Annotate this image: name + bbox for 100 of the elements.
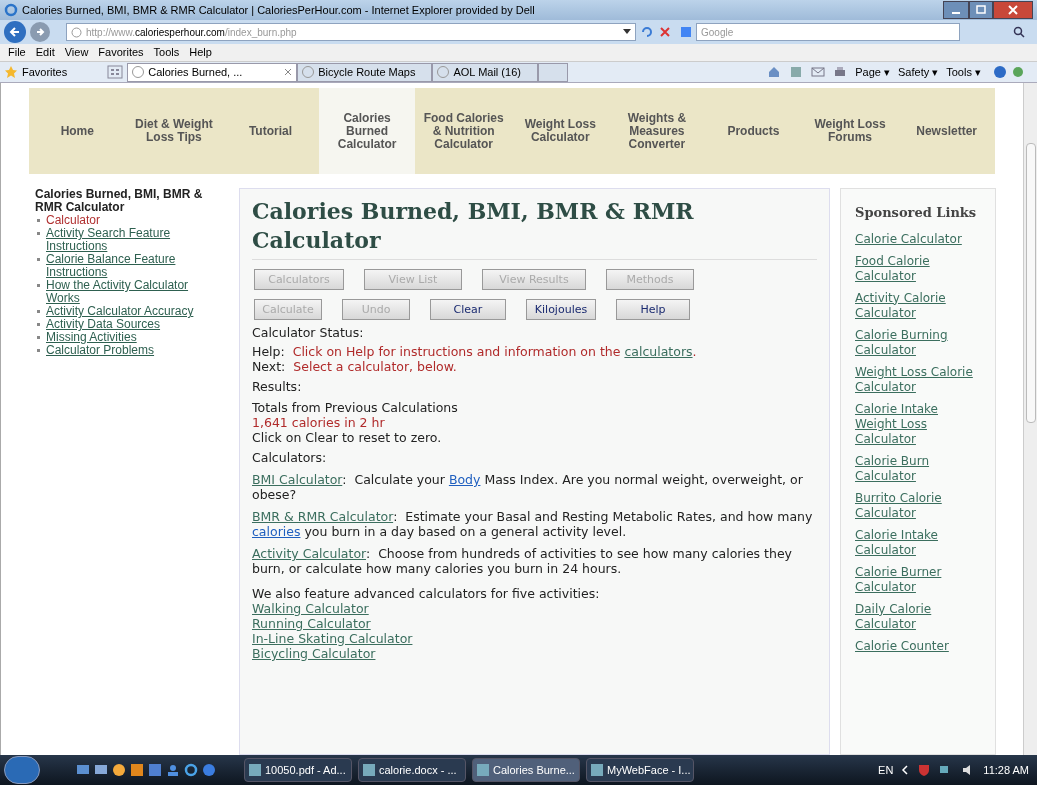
shield-icon[interactable] [917,763,932,777]
menu-item[interactable]: Edit [35,44,55,61]
grid-icon[interactable] [107,65,124,79]
next-label: Next: [252,359,287,374]
sponsored-link[interactable]: Burrito Calorie Calculator [855,490,981,521]
text-link[interactable]: calculators [624,344,693,359]
menu-item[interactable]: File [8,44,26,61]
sidebar-title: Calories Burned, BMI, BMR & RMR Calculator [35,188,204,214]
browser-tab[interactable]: Calories Burned, ... [127,62,298,82]
sponsored-link[interactable]: Food Calorie Calculator [855,253,981,284]
sidebar-link[interactable]: Missing Activities [46,331,137,344]
nav-tab[interactable]: Food Calories & Nutrition Calculator [415,88,512,174]
form-button[interactable]: Help [616,299,690,320]
language-indicator[interactable]: EN [878,761,894,779]
search-icon[interactable] [1013,26,1025,38]
command-menu[interactable]: Page ▾ [855,63,890,81]
nav-tab[interactable]: Diet & Weight Loss Tips [125,88,223,174]
sidebar-link[interactable]: Calorie Balance Feature Instructions [46,253,215,279]
new-tab-button[interactable] [537,62,568,82]
results-label: Results: [252,379,303,394]
back-button[interactable] [4,21,26,43]
sponsored-link[interactable]: Calorie Burn Calculator [855,453,981,484]
browser-tab[interactable]: AOL Mail (16) [432,62,538,82]
url-text: http://www.caloriesperhour.com/index_burn.php [86,25,297,40]
menu-item[interactable]: Tools [153,44,180,61]
bullet-icon [37,284,40,287]
bullet-icon [37,258,40,261]
command-menu[interactable]: Tools ▾ [946,63,981,81]
browser-tab[interactable]: Bicycle Route Maps [297,62,433,82]
text-link[interactable]: Running Calculator [252,616,371,631]
menu-item[interactable]: View [64,44,89,61]
nav-tab[interactable]: Weight Loss Forums [801,88,899,174]
chevron-icon[interactable] [901,765,910,775]
sidebar-link[interactable]: Activity Data Sources [46,318,161,331]
people-icon[interactable] [166,763,180,777]
close-button[interactable] [993,1,1033,19]
text-link[interactable]: Body [448,472,481,487]
start-button[interactable] [4,756,40,784]
status-label: Calculator Status: [252,325,365,340]
sidebar-link[interactable]: How the Activity Calculator Works [46,279,215,305]
calculator-description: BMR & RMR Calculator: Estimate your Basal and Resting Metabolic Rates, and how many calories you burn in a day based on a general activity level. [252,509,814,539]
sponsored-link[interactable]: Calorie Burning Calculator [855,327,981,358]
sidebar-link[interactable]: Calculator [46,214,101,227]
page-heading: Calories Burned, BMI, BMR & RMR Calculator [252,197,817,260]
clock[interactable]: 11:28 AM [983,761,1029,779]
taskbar-button[interactable]: Calories Burne... [472,758,580,782]
sidebar-link[interactable]: Calculator Problems [46,344,155,357]
help-label: Help: [252,344,286,359]
sponsored-link[interactable]: Daily Calorie Calculator [855,601,981,632]
minimize-button[interactable] [943,1,969,19]
bullet-icon [37,232,40,235]
nav-tab[interactable]: Calories Burned Calculator [318,88,416,174]
nav-tab[interactable]: Weights & Measures Converter [608,88,706,174]
text-link[interactable]: Walking Calculator [252,601,369,616]
sponsored-link[interactable]: Weight Loss Calorie Calculator [855,364,981,395]
sponsored-link[interactable]: Calorie Intake Calculator [855,527,981,558]
scrollbar[interactable] [1023,83,1037,755]
favorites-button[interactable]: Favorites [4,63,80,81]
menu-item[interactable]: Help [189,44,212,61]
print-icon[interactable] [833,65,848,79]
maximize-button[interactable] [969,1,993,19]
text-link[interactable]: Activity Calculator [252,546,366,561]
text-link[interactable]: calories [252,524,301,539]
mail-icon[interactable] [811,65,826,79]
form-button[interactable]: Kilojoules [526,299,596,320]
form-button: View List [364,269,462,290]
command-menu[interactable]: Safety ▾ [898,63,939,81]
nav-tab[interactable]: Newsletter [898,88,995,174]
bullet-icon [37,323,40,326]
sponsored-link[interactable]: Calorie Counter [855,638,981,654]
form-button: Calculators [254,269,344,290]
taskbar-button[interactable]: 10050.pdf - Ad... [244,758,352,782]
star-icon [4,65,18,79]
sidebar-link[interactable]: Activity Calculator Accuracy [46,305,194,318]
forward-button[interactable] [30,22,50,42]
address-field[interactable]: http://www.caloriesperhour.com/index_burn.php [66,23,636,41]
text-link[interactable]: Bicycling Calculator [252,646,376,661]
sponsored-link[interactable]: Calorie Burner Calculator [855,564,981,595]
form-button[interactable]: Clear [430,299,506,320]
taskbar-button[interactable]: calorie.docx - ... [358,758,466,782]
maximize-icon [976,5,986,15]
nav-tab[interactable]: Weight Loss Calculator [511,88,609,174]
sidebar-link[interactable]: Activity Search Feature Instructions [46,227,215,253]
browser-icon[interactable] [184,763,198,777]
text-link[interactable]: In-Line Skating Calculator [252,631,413,646]
advanced-intro: We also feature advanced calculators for five activities: [252,586,601,601]
stop-icon[interactable] [658,25,672,39]
taskbar-button[interactable]: MyWebFace - I... [586,758,694,782]
home-icon[interactable] [767,65,782,79]
next-text: Select a calculator, below. [293,359,457,374]
search-field[interactable]: Google [696,23,960,41]
menu-item[interactable]: Favorites [98,44,144,61]
nav-tab[interactable]: Home [29,88,126,174]
refresh-icon[interactable] [640,25,654,39]
nav-tab[interactable]: Tutorial [222,88,319,174]
sponsored-link[interactable]: Calorie Calculator [855,231,981,247]
nav-tab[interactable]: Products [705,88,802,174]
close-tab-icon[interactable] [284,68,293,76]
sponsored-link[interactable]: Calorie Intake Weight Loss Calculator [855,401,981,447]
sponsored-link[interactable]: Activity Calorie Calculator [855,290,981,321]
